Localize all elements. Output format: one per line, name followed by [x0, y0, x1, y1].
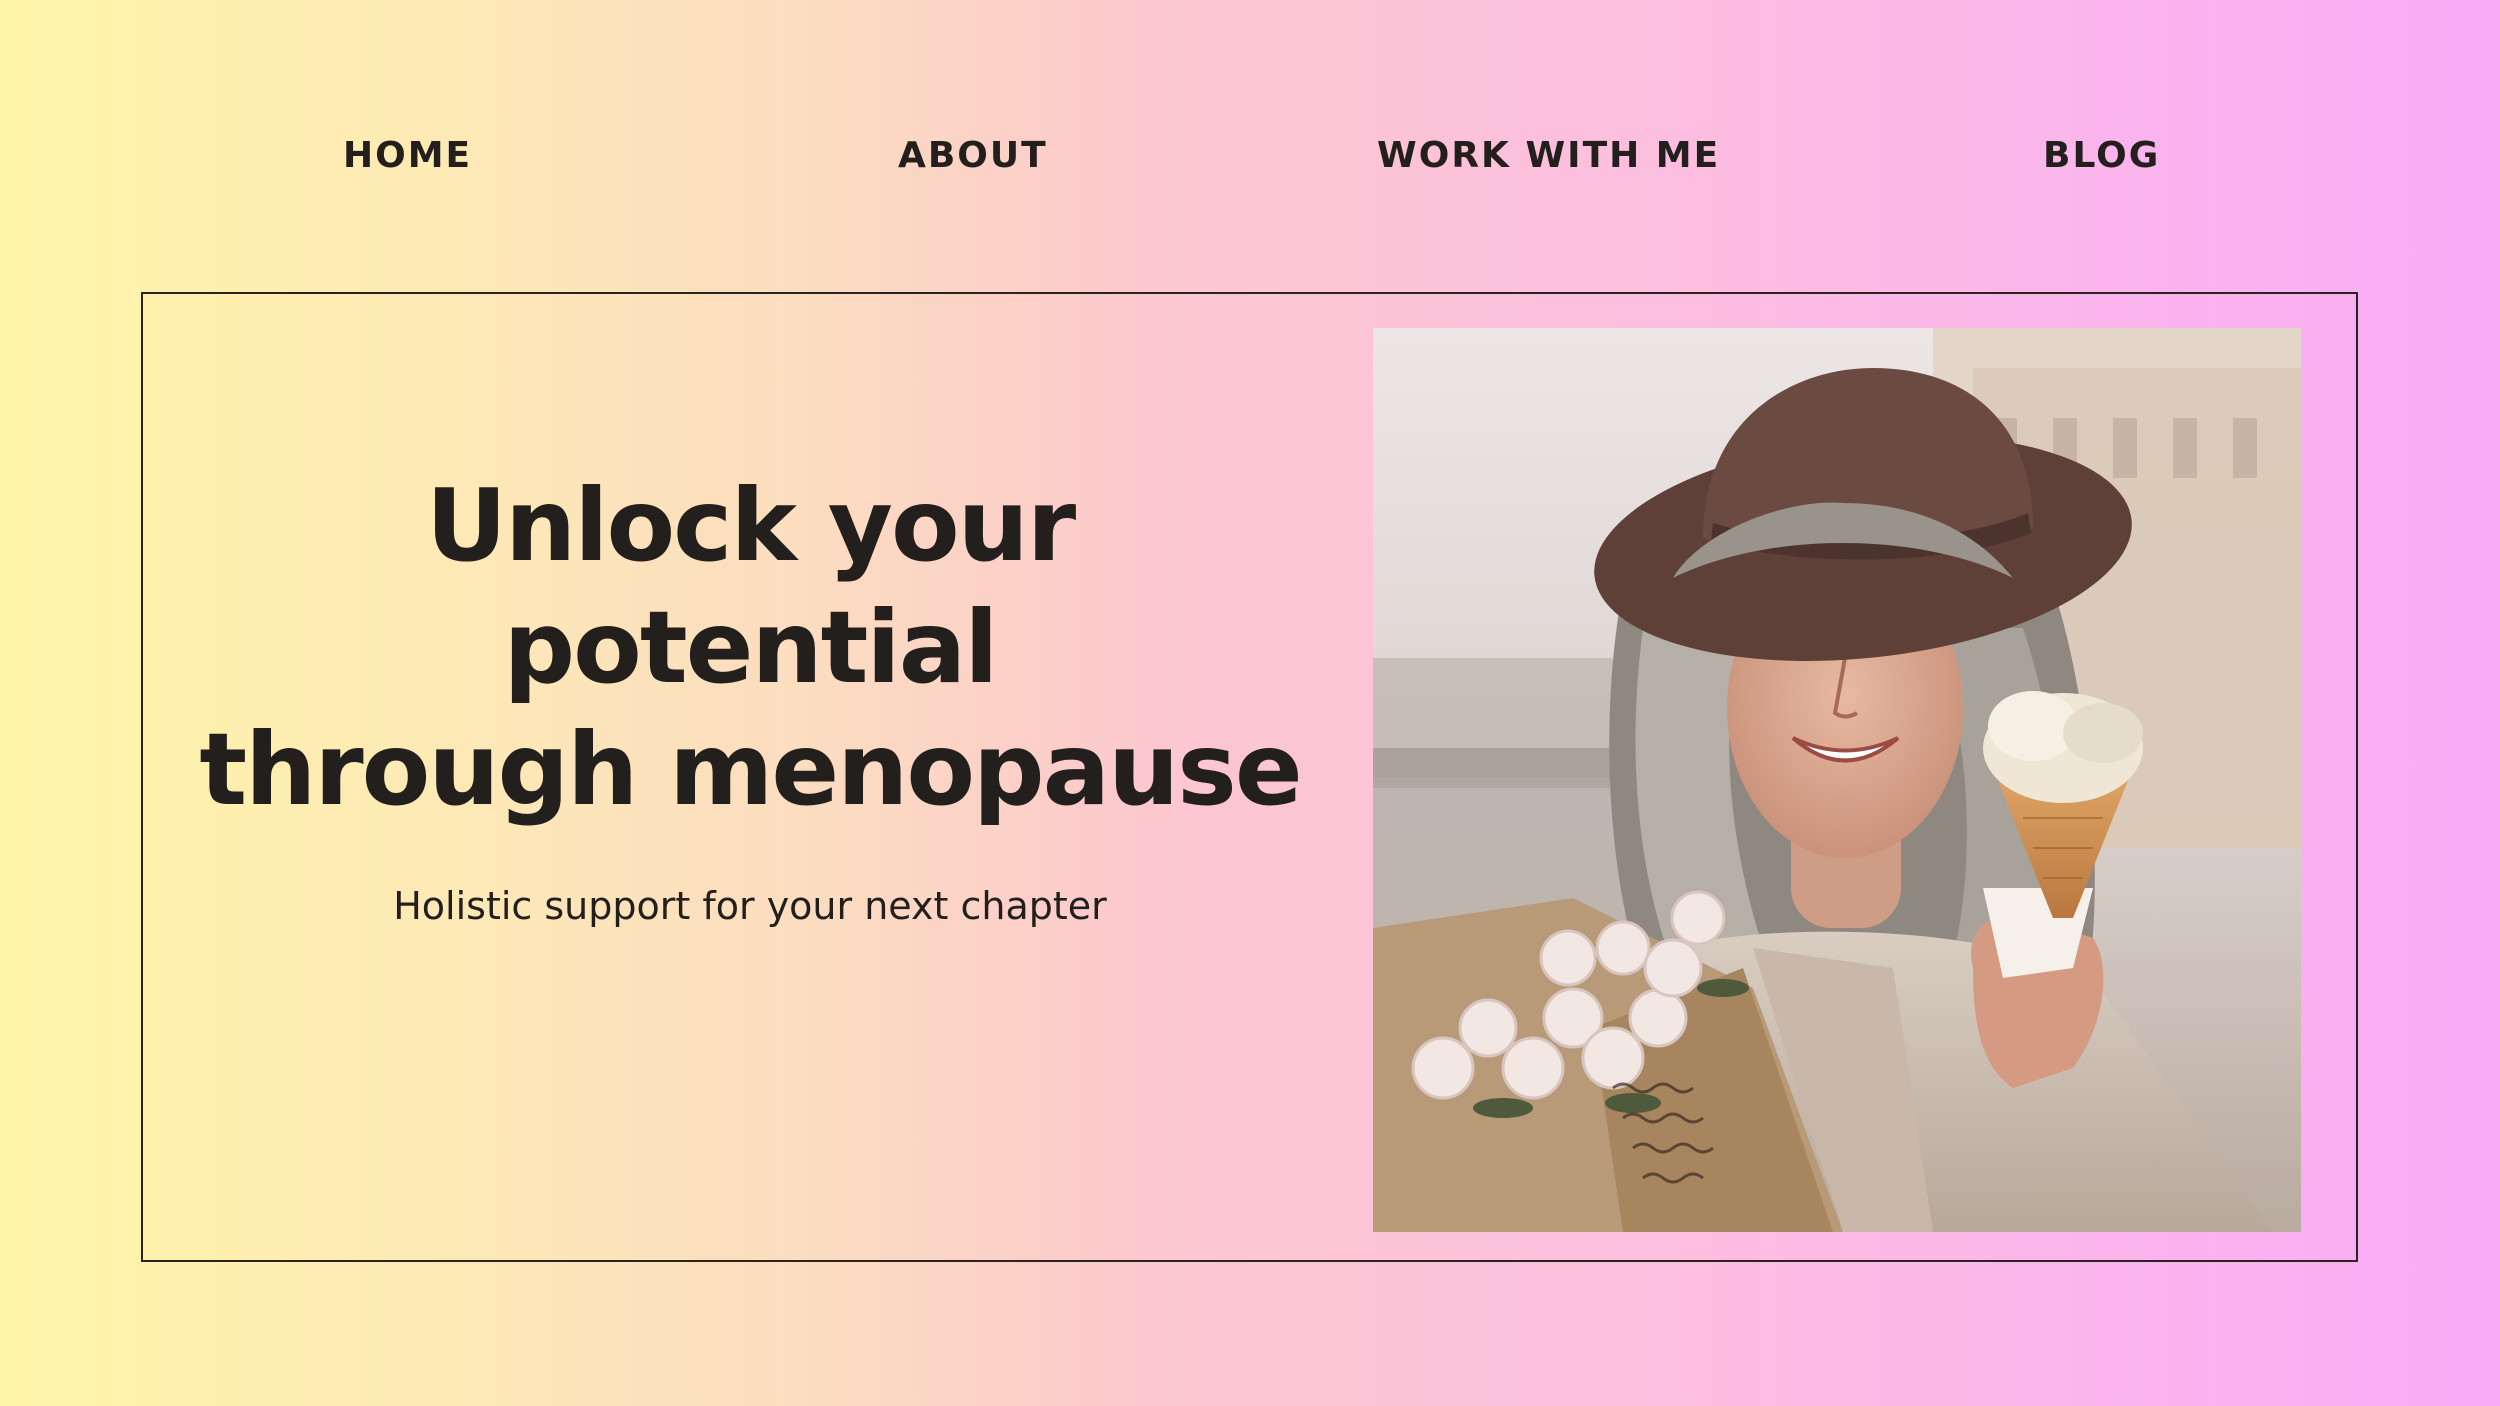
- main-nav: HOME ABOUT WORK WITH ME BLOG: [0, 130, 2500, 182]
- hero-title: Unlock your potential through menopause: [170, 465, 1330, 831]
- nav-link-blog[interactable]: BLOG: [2043, 130, 2158, 182]
- hero-title-line-2: through menopause: [199, 711, 1302, 828]
- hero-title-line-1: Unlock your potential: [425, 467, 1076, 706]
- hero-subtitle: Holistic support for your next chapter: [393, 884, 1107, 928]
- hero-photo-illustration: [1373, 328, 2301, 1232]
- nav-link-work-with-me[interactable]: WORK WITH ME: [1377, 130, 1718, 182]
- hero-photo: [1373, 328, 2301, 1232]
- nav-link-home[interactable]: HOME: [343, 130, 470, 182]
- nav-link-about[interactable]: ABOUT: [898, 130, 1046, 182]
